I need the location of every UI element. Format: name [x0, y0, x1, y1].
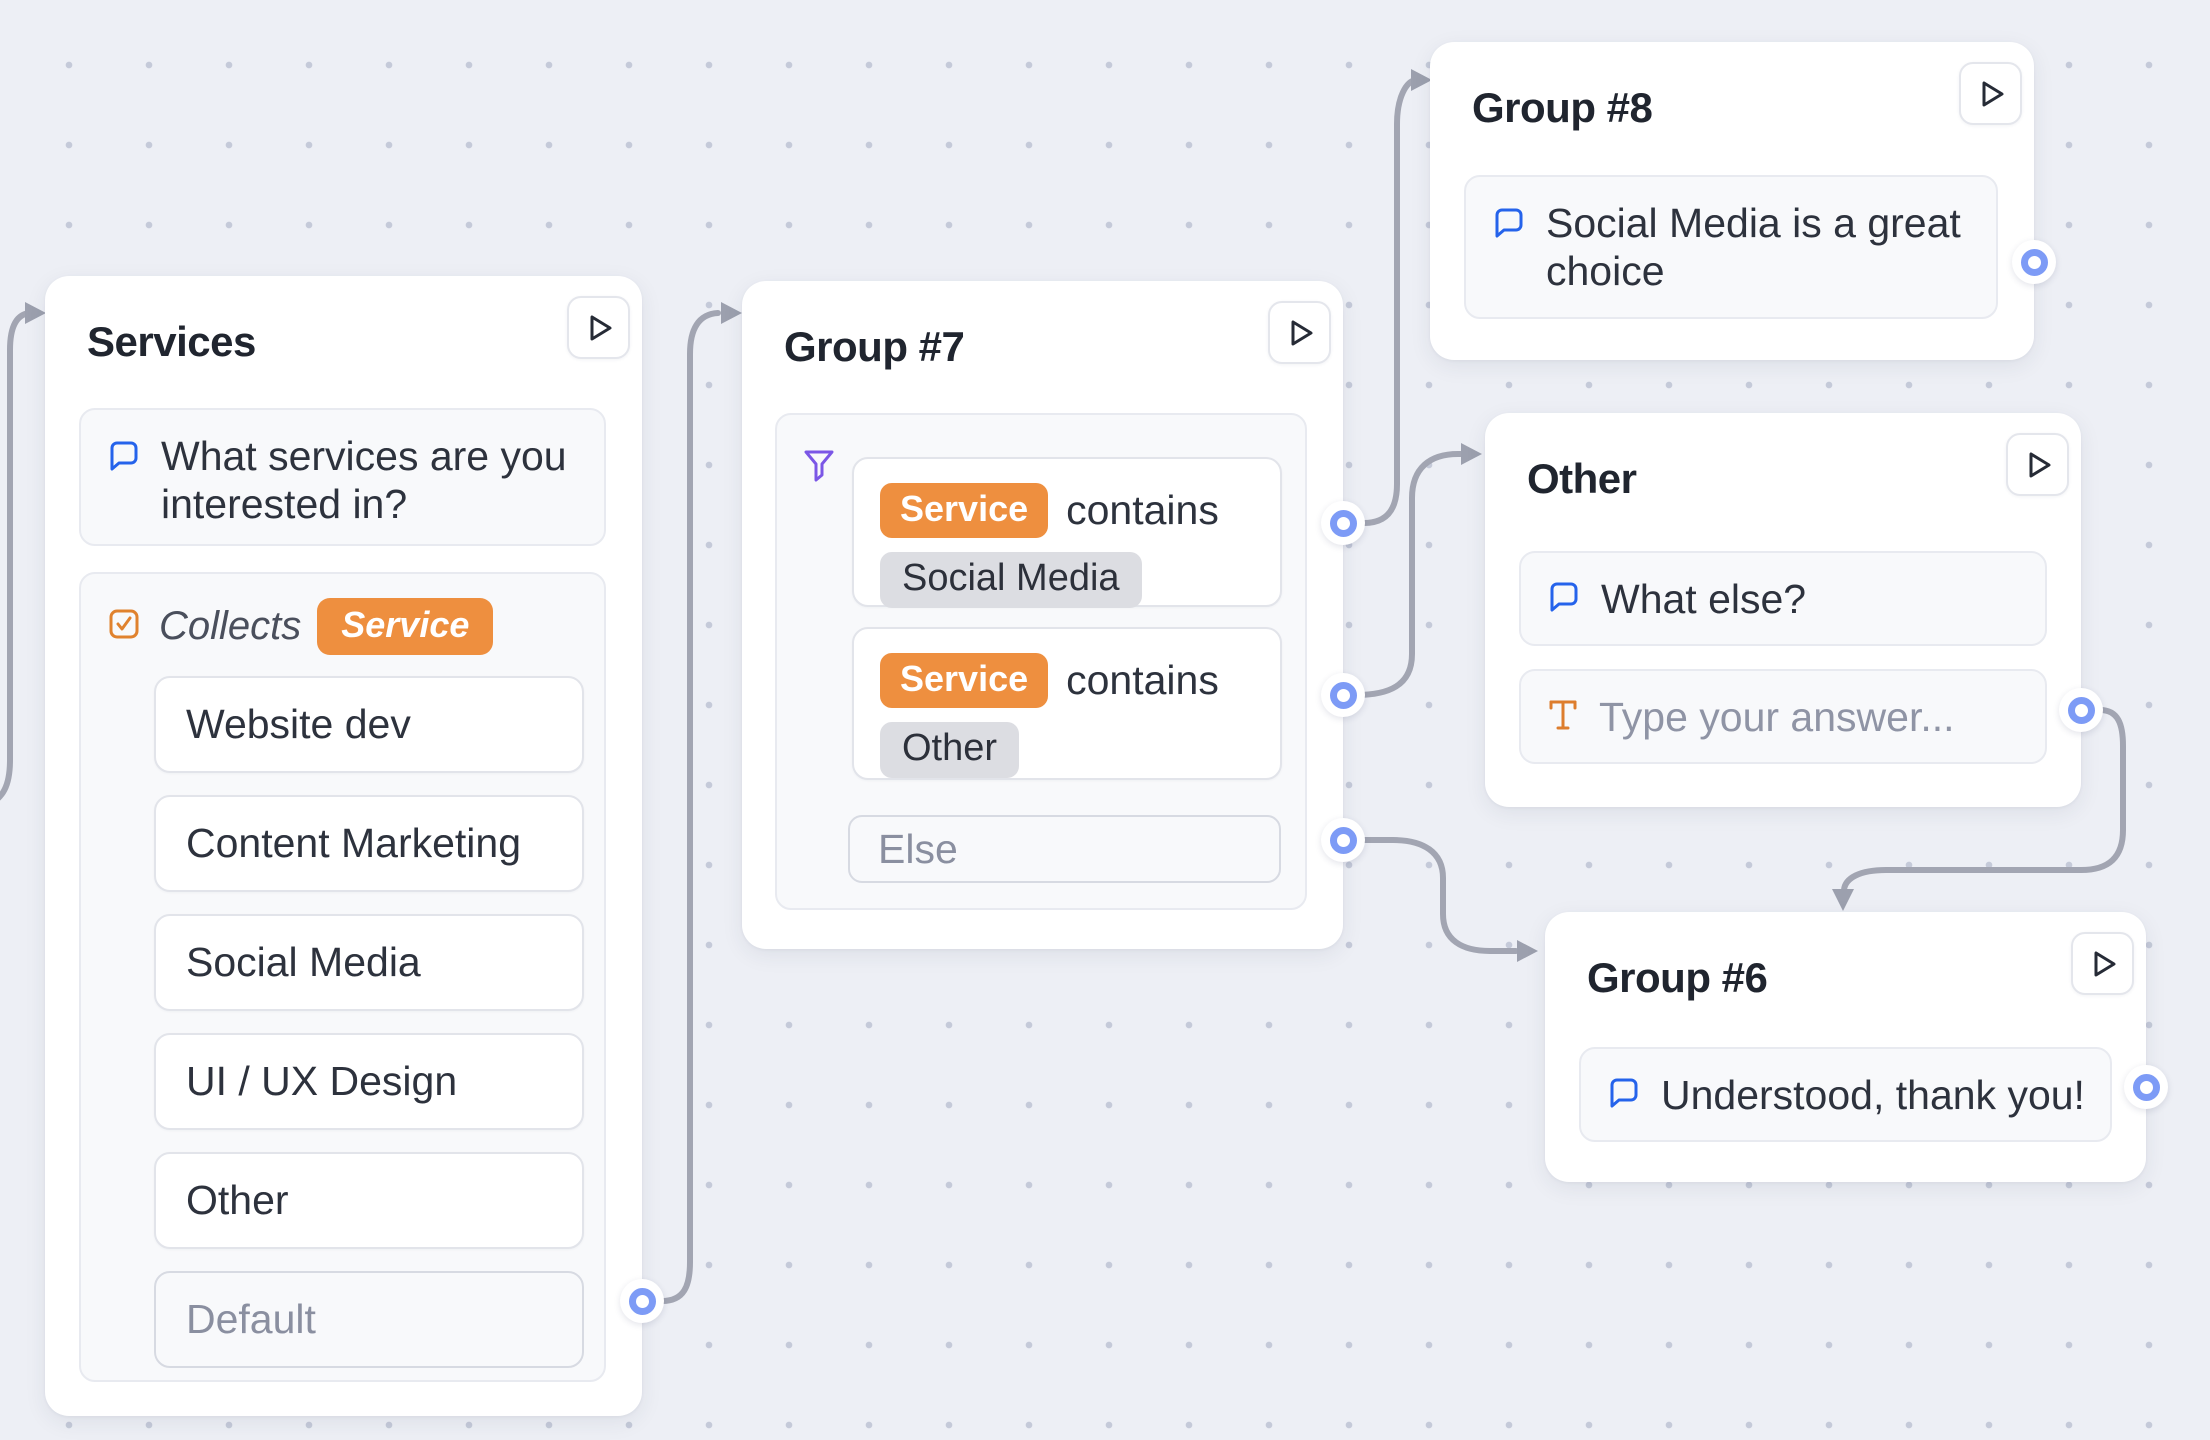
choices-list: Website dev Content Marketing Social Med… [154, 676, 604, 1368]
choice-item[interactable]: UI / UX Design [154, 1033, 584, 1130]
arrowhead-icon [721, 302, 742, 324]
group-title[interactable]: Other [1527, 455, 1637, 503]
chat-bubble-icon [1607, 1076, 1641, 1115]
wire-group7-cond1-to-group8 [1356, 80, 1416, 523]
bubble-text: What services are you interested in? [161, 432, 580, 528]
output-port-services-default[interactable] [620, 1279, 664, 1323]
group-header: Group #6 [1545, 912, 2146, 1002]
play-group-button[interactable] [567, 296, 630, 359]
choice-item[interactable]: Content Marketing [154, 795, 584, 892]
text-bubble-block[interactable]: Social Media is a great choice [1464, 175, 1998, 319]
wire-group7-cond2-to-other [1356, 454, 1462, 695]
wire-services-default-to-group7 [656, 313, 718, 1301]
collects-label: Collects [159, 604, 301, 649]
value-chip: Other [880, 722, 1019, 778]
filter-funnel-icon [803, 449, 835, 488]
condition-block[interactable]: Service contains Social Media Service co… [775, 413, 1307, 910]
operator-label: contains [1066, 487, 1219, 534]
input-placeholder: Type your answer... [1599, 693, 1955, 741]
else-branch[interactable]: Else [848, 815, 1281, 883]
play-group-button[interactable] [1959, 62, 2022, 125]
variable-badge[interactable]: Service [317, 598, 493, 655]
output-port-group7-condition2[interactable] [1321, 673, 1365, 717]
bubble-text: Social Media is a great choice [1546, 199, 1972, 295]
condition-item[interactable]: Service contains Other [852, 627, 1282, 780]
group-card-group6[interactable]: Group #6 Understood, thank you! [1545, 912, 2146, 1182]
group-header: Group #8 [1430, 42, 2034, 132]
play-icon [2021, 448, 2055, 482]
group-header: Group #7 [742, 281, 1343, 371]
output-port-other[interactable] [2059, 688, 2103, 732]
arrowhead-icon [25, 302, 46, 324]
arrowhead-icon [1411, 69, 1432, 91]
checkbox-icon [107, 607, 141, 646]
arrowhead-icon [1461, 443, 1482, 465]
play-icon [2086, 947, 2120, 981]
chat-bubble-icon [1492, 206, 1526, 245]
play-group-button[interactable] [1268, 301, 1331, 364]
text-input-icon [1547, 697, 1579, 738]
arrowhead-icon [1517, 940, 1538, 962]
group-title[interactable]: Group #8 [1472, 84, 1652, 132]
chat-bubble-icon [1547, 580, 1581, 619]
group-card-services[interactable]: Services What services are you intereste… [45, 276, 642, 1416]
value-chip: Social Media [880, 552, 1142, 608]
play-icon [1974, 77, 2008, 111]
arrowhead-icon [1832, 889, 1854, 911]
play-icon [1283, 316, 1317, 350]
choice-item[interactable]: Social Media [154, 914, 584, 1011]
variable-chip: Service [880, 483, 1048, 538]
chat-bubble-icon [107, 439, 141, 478]
wire-group7-else-to-group6 [1356, 840, 1516, 951]
output-port-group6[interactable] [2124, 1065, 2168, 1109]
collects-row: Collects Service [81, 574, 604, 655]
bubble-text: Understood, thank you! [1661, 1071, 2085, 1119]
flow-canvas[interactable]: Services What services are you intereste… [0, 0, 2210, 1440]
operator-label: contains [1066, 657, 1219, 704]
text-bubble-block[interactable]: What services are you interested in? [79, 408, 606, 546]
wire-into-services [0, 313, 30, 806]
group-card-group8[interactable]: Group #8 Social Media is a great choice [1430, 42, 2034, 360]
play-icon [582, 311, 616, 345]
text-bubble-block[interactable]: Understood, thank you! [1579, 1047, 2112, 1142]
bubble-text: What else? [1601, 575, 1806, 623]
condition-item[interactable]: Service contains Social Media [852, 457, 1282, 607]
group-title[interactable]: Group #7 [784, 323, 964, 371]
default-choice-item[interactable]: Default [154, 1271, 584, 1368]
text-input-block[interactable]: Type your answer... [1519, 669, 2047, 764]
group-header: Services [45, 276, 642, 366]
output-port-group7-condition1[interactable] [1321, 501, 1365, 545]
group-card-group7[interactable]: Group #7 Service contains Social Media [742, 281, 1343, 949]
group-title[interactable]: Services [87, 318, 256, 366]
output-port-group7-else[interactable] [1321, 818, 1365, 862]
play-group-button[interactable] [2006, 433, 2069, 496]
choice-item[interactable]: Website dev [154, 676, 584, 773]
output-port-group8[interactable] [2012, 240, 2056, 284]
play-group-button[interactable] [2071, 932, 2134, 995]
text-bubble-block[interactable]: What else? [1519, 551, 2047, 646]
group-card-other[interactable]: Other What else? [1485, 413, 2081, 807]
group-header: Other [1485, 413, 2081, 503]
variable-chip: Service [880, 653, 1048, 708]
choice-item[interactable]: Other [154, 1152, 584, 1249]
choice-input-block[interactable]: Collects Service Website dev Content Mar… [79, 572, 606, 1382]
group-title[interactable]: Group #6 [1587, 954, 1767, 1002]
